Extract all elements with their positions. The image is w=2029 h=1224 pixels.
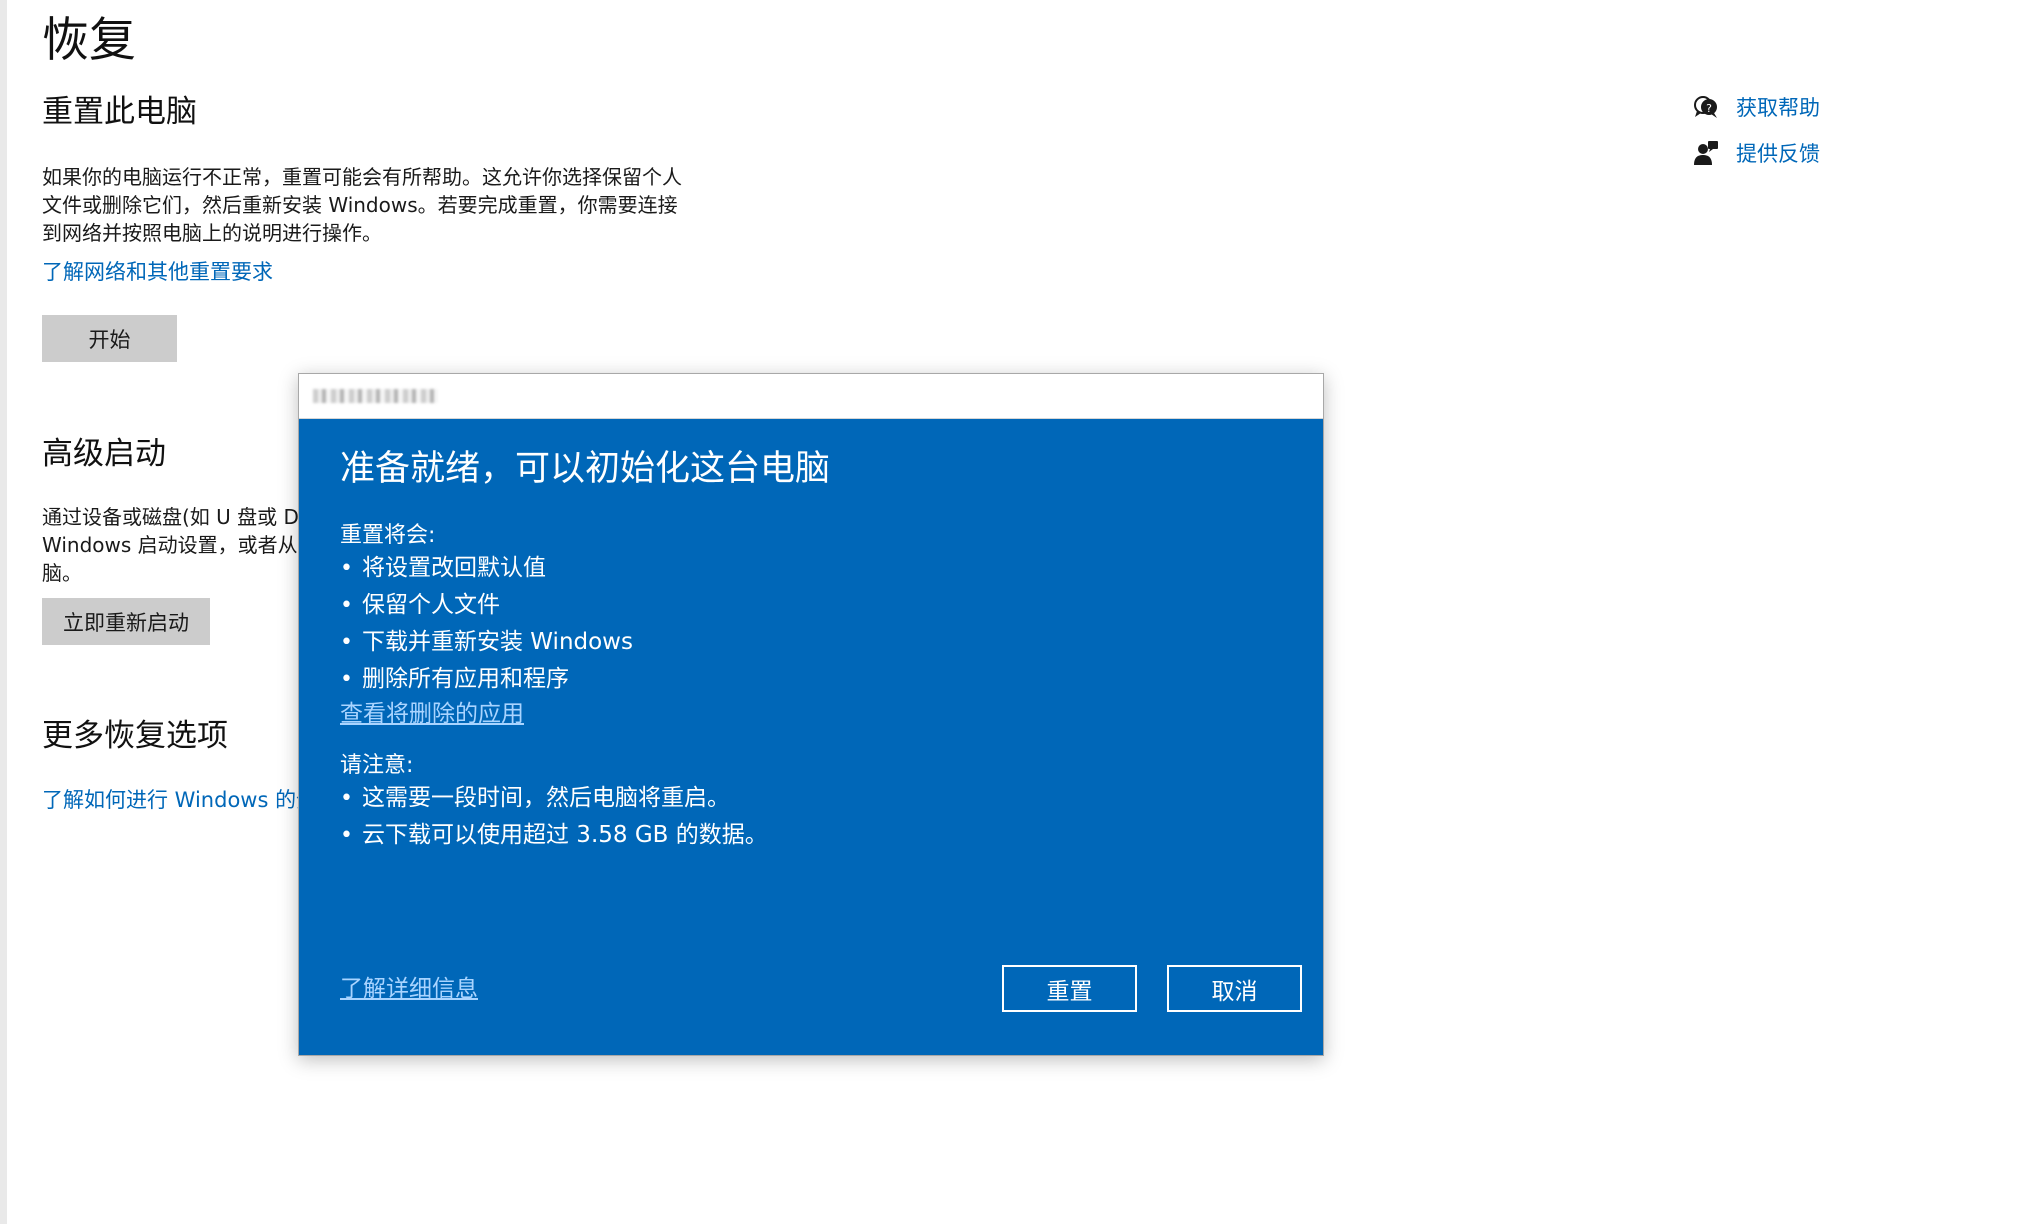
reset-section-title: 重置此电脑 <box>42 94 197 130</box>
note-label: 请注意: <box>340 753 414 778</box>
restart-now-button[interactable]: 立即重新启动 <box>42 598 210 645</box>
list-item: • 下载并重新安装 Windows <box>340 629 633 655</box>
note-list: • 这需要一段时间，然后电脑将重启。 • 云下载可以使用超过 3.58 GB 的数据… <box>340 780 768 854</box>
fresh-start-link[interactable]: 了解如何进行 Windows 的全 <box>42 786 317 814</box>
start-reset-button[interactable]: 开始 <box>42 315 177 362</box>
svg-text:?: ? <box>1706 102 1712 115</box>
side-help-links: ? 获取帮助 提供反馈 <box>1690 84 1820 176</box>
list-item: • 将设置改回默认值 <box>340 555 546 581</box>
advanced-startup-title: 高级启动 <box>42 436 166 472</box>
list-item: • 删除所有应用和程序 <box>340 666 569 692</box>
get-help-label: 获取帮助 <box>1736 96 1820 120</box>
dialog-body: 准备就绪，可以初始化这台电脑 重置将会: • 将设置改回默认值 • 保留个人文件 •… <box>299 419 1323 1056</box>
view-removed-apps-link[interactable]: 查看将删除的应用 <box>340 699 524 729</box>
list-item: • 云下载可以使用超过 3.58 GB 的数据。 <box>340 822 768 848</box>
cancel-button[interactable]: 取消 <box>1167 965 1302 1012</box>
blurred-title-text <box>313 389 438 403</box>
list-item: • 保留个人文件 <box>340 592 500 618</box>
will-do-label: 重置将会: <box>340 523 436 548</box>
recovery-settings-page: 恢复 重置此电脑 如果你的电脑运行不正常，重置可能会有所帮助。这允许你选择保留个… <box>0 0 2029 1224</box>
will-do-list: • 将设置改回默认值 • 保留个人文件 • 下载并重新安装 Windows • 删除所有… <box>340 550 633 698</box>
feedback-person-icon <box>1690 137 1722 169</box>
give-feedback-label: 提供反馈 <box>1736 142 1820 166</box>
dialog-heading: 准备就绪，可以初始化这台电脑 <box>340 449 831 489</box>
reset-requirements-link[interactable]: 了解网络和其他重置要求 <box>42 258 273 286</box>
advanced-description-line-2: Windows 启动设置，或者从 <box>42 533 298 557</box>
page-title: 恢复 <box>42 13 136 68</box>
give-feedback-link[interactable]: 提供反馈 <box>1690 130 1820 176</box>
reset-button[interactable]: 重置 <box>1002 965 1137 1012</box>
learn-more-link[interactable]: 了解详细信息 <box>340 974 478 1004</box>
list-item: • 这需要一段时间，然后电脑将重启。 <box>340 785 730 811</box>
advanced-description-line-1: 通过设备或磁盘(如 U 盘或 D <box>42 505 299 529</box>
get-help-link[interactable]: ? 获取帮助 <box>1690 84 1820 130</box>
more-recovery-options-title: 更多恢复选项 <box>42 718 228 754</box>
reset-description-line-3: 到网络并按照电脑上的说明进行操作。 <box>42 221 382 245</box>
help-chat-icon: ? <box>1690 91 1722 123</box>
advanced-description-line-3: 脑。 <box>42 561 82 585</box>
reset-dialog: 准备就绪，可以初始化这台电脑 重置将会: • 将设置改回默认值 • 保留个人文件 •… <box>298 373 1324 1056</box>
reset-description-line-2: 文件或删除它们，然后重新安装 Windows。若要完成重置，你需要连接 <box>42 193 678 217</box>
dialog-titlebar <box>299 374 1323 419</box>
reset-description-line-1: 如果你的电脑运行不正常，重置可能会有所帮助。这允许你选择保留个人 <box>42 165 682 189</box>
